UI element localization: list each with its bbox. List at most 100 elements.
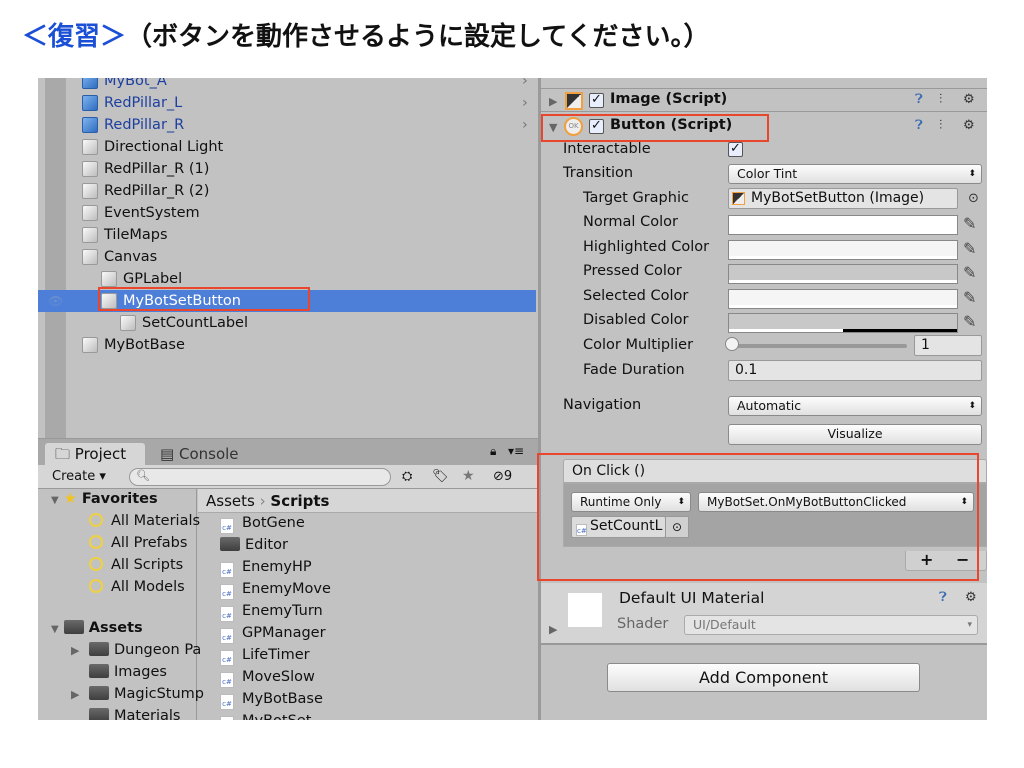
eyedropper-icon[interactable]: ✎ <box>963 239 976 258</box>
slider-thumb[interactable] <box>725 337 739 351</box>
assets-header[interactable]: ▼ Assets <box>51 620 143 636</box>
create-dropdown[interactable]: Create ▾ <box>52 469 106 484</box>
color-multiplier-slider[interactable] <box>731 344 907 348</box>
visualize-button[interactable]: Visualize <box>728 424 982 445</box>
chevron-right-icon[interactable]: › <box>522 78 528 92</box>
color-field[interactable] <box>728 215 958 235</box>
file-name: MoveSlow <box>242 669 315 685</box>
hierarchy-item[interactable]: MyBotBase <box>38 334 536 356</box>
file-item[interactable]: Editor <box>220 537 288 553</box>
filter-by-type-icon[interactable]: ⛭ <box>402 469 412 484</box>
hierarchy-item[interactable]: RedPillar_L › <box>38 92 536 114</box>
breadcrumb-scripts[interactable]: Scripts <box>270 492 329 510</box>
tab-project[interactable]: 🗀 Project <box>45 443 145 465</box>
lock-icon[interactable]: 🔒︎ <box>490 444 496 459</box>
favorites-item[interactable]: All Models <box>89 579 185 595</box>
image-icon <box>732 192 745 205</box>
visibility-eye-icon[interactable]: 👁︎ <box>48 290 63 312</box>
updown-icon: ⬍ <box>968 169 976 179</box>
favorites-header[interactable]: ▼ ★ Favorites <box>51 491 158 507</box>
transition-dropdown[interactable]: Color Tint ⬍ <box>728 164 982 184</box>
filter-by-label-icon[interactable]: 🏷︎ <box>432 469 449 484</box>
interactable-checkbox[interactable]: ✓ <box>728 142 743 157</box>
favorites-item[interactable]: All Scripts <box>89 557 183 573</box>
image-component-header[interactable]: ▶ ✓ Image (Script) ❓︎ ⫶ ⚙ <box>541 90 987 112</box>
hierarchy-item[interactable]: Directional Light <box>38 136 536 158</box>
file-item[interactable]: c# MyBotBase <box>220 691 323 710</box>
object-picker-icon[interactable]: ⊙ <box>968 191 979 206</box>
chevron-right-icon[interactable]: › <box>522 114 528 136</box>
help-icon[interactable]: ❓︎ <box>939 590 947 605</box>
gear-icon[interactable]: ⚙ <box>965 590 977 605</box>
asset-folder[interactable]: Materials <box>71 708 180 720</box>
title-text: （ボタンを動作させるように設定してください。） <box>126 22 710 52</box>
slide-title: ＜復習＞（ボタンを動作させるように設定してください。） <box>22 16 709 53</box>
file-item[interactable]: c# BotGene <box>220 515 305 534</box>
color-multiplier-input[interactable]: 1 <box>914 335 982 356</box>
file-item[interactable]: c# MyBotSet <box>220 713 311 720</box>
chevron-right-icon[interactable]: › <box>522 92 528 114</box>
help-icon[interactable]: ❓︎ <box>915 92 923 107</box>
gear-icon[interactable]: ⚙ <box>963 118 975 133</box>
collapse-triangle-icon[interactable]: ▶ <box>71 644 89 657</box>
hierarchy-item[interactable]: ▶TileMaps <box>38 224 536 246</box>
file-item[interactable]: c# LifeTimer <box>220 647 310 666</box>
color-label: Disabled Color <box>583 312 689 328</box>
favorites-item[interactable]: All Prefabs <box>89 535 187 551</box>
hierarchy-item[interactable]: RedPillar_R (2) <box>38 180 536 202</box>
gameobject-cube-icon <box>82 139 98 155</box>
gear-icon[interactable]: ⚙ <box>963 92 975 107</box>
hierarchy-item[interactable]: EventSystem <box>38 202 536 224</box>
expand-triangle-icon[interactable]: ▶ <box>549 623 557 636</box>
eyedropper-icon[interactable]: ✎ <box>963 214 976 233</box>
file-item[interactable]: c# EnemyHP <box>220 559 312 578</box>
csharp-script-icon: c# <box>220 694 234 710</box>
target-graphic-field[interactable]: MyBotSetButton (Image) <box>728 188 958 209</box>
eyedropper-icon[interactable]: ✎ <box>963 288 976 307</box>
shader-dropdown[interactable]: UI/Default ▾ <box>684 615 978 635</box>
help-icon[interactable]: ❓︎ <box>915 118 923 133</box>
file-item[interactable]: c# EnemyTurn <box>220 603 323 622</box>
search-input[interactable]: 🔍︎ <box>129 468 391 486</box>
hierarchy-item[interactable]: SetCountLabel <box>38 312 536 334</box>
panel-menu-icon[interactable]: ▾≡ <box>508 444 524 458</box>
file-item[interactable]: c# MoveSlow <box>220 669 315 688</box>
image-icon <box>565 92 583 110</box>
tab-console[interactable]: ▤ Console <box>160 443 239 465</box>
gameobject-cube-icon <box>82 227 98 243</box>
image-enabled-checkbox[interactable]: ✓ <box>589 93 604 108</box>
color-field[interactable] <box>728 288 958 309</box>
preset-icon[interactable]: ⫶ <box>939 92 942 107</box>
folder-icon <box>89 642 109 656</box>
preset-icon[interactable]: ⫶ <box>939 118 942 133</box>
folder-tree: ▼ ★ Favorites All Materials All Prefabs Al… <box>45 489 204 720</box>
color-field[interactable] <box>728 313 958 333</box>
hierarchy-item[interactable]: ▼Canvas <box>38 246 536 268</box>
asset-folder-label: Materials <box>114 708 181 720</box>
alpha-bar <box>729 280 957 283</box>
favorites-item-label: All Materials <box>111 513 201 529</box>
color-field[interactable] <box>728 239 958 260</box>
hierarchy-item[interactable]: RedPillar_R › <box>38 114 536 136</box>
asset-folder[interactable]: ▶ MagicStump <box>71 686 204 702</box>
csharp-script-icon: c# <box>220 584 234 600</box>
collapse-triangle-icon[interactable]: ▶ <box>549 95 557 108</box>
collapse-triangle-icon[interactable]: ▶ <box>71 688 89 701</box>
fade-duration-input[interactable]: 0.1 <box>728 360 982 381</box>
breadcrumb-assets[interactable]: Assets <box>206 492 255 510</box>
file-item[interactable]: c# GPManager <box>220 625 326 644</box>
asset-folder[interactable]: ▶ Dungeon Pa <box>71 642 201 658</box>
hierarchy-item[interactable]: RedPillar_R (1) <box>38 158 536 180</box>
hierarchy-item[interactable]: ▶MyBot_A› <box>38 78 536 92</box>
color-field[interactable] <box>728 264 958 284</box>
add-component-button[interactable]: Add Component <box>607 663 920 692</box>
eyedropper-icon[interactable]: ✎ <box>963 263 976 282</box>
file-name: LifeTimer <box>242 647 310 663</box>
hidden-packages-toggle[interactable]: ⊘9 <box>493 469 512 484</box>
navigation-dropdown[interactable]: Automatic ⬍ <box>728 396 982 416</box>
eyedropper-icon[interactable]: ✎ <box>963 312 976 331</box>
asset-folder[interactable]: Images <box>71 664 167 680</box>
favorites-item[interactable]: All Materials <box>89 513 200 529</box>
favorite-star-icon[interactable]: ★ <box>462 468 475 484</box>
file-item[interactable]: c# EnemyMove <box>220 581 331 600</box>
